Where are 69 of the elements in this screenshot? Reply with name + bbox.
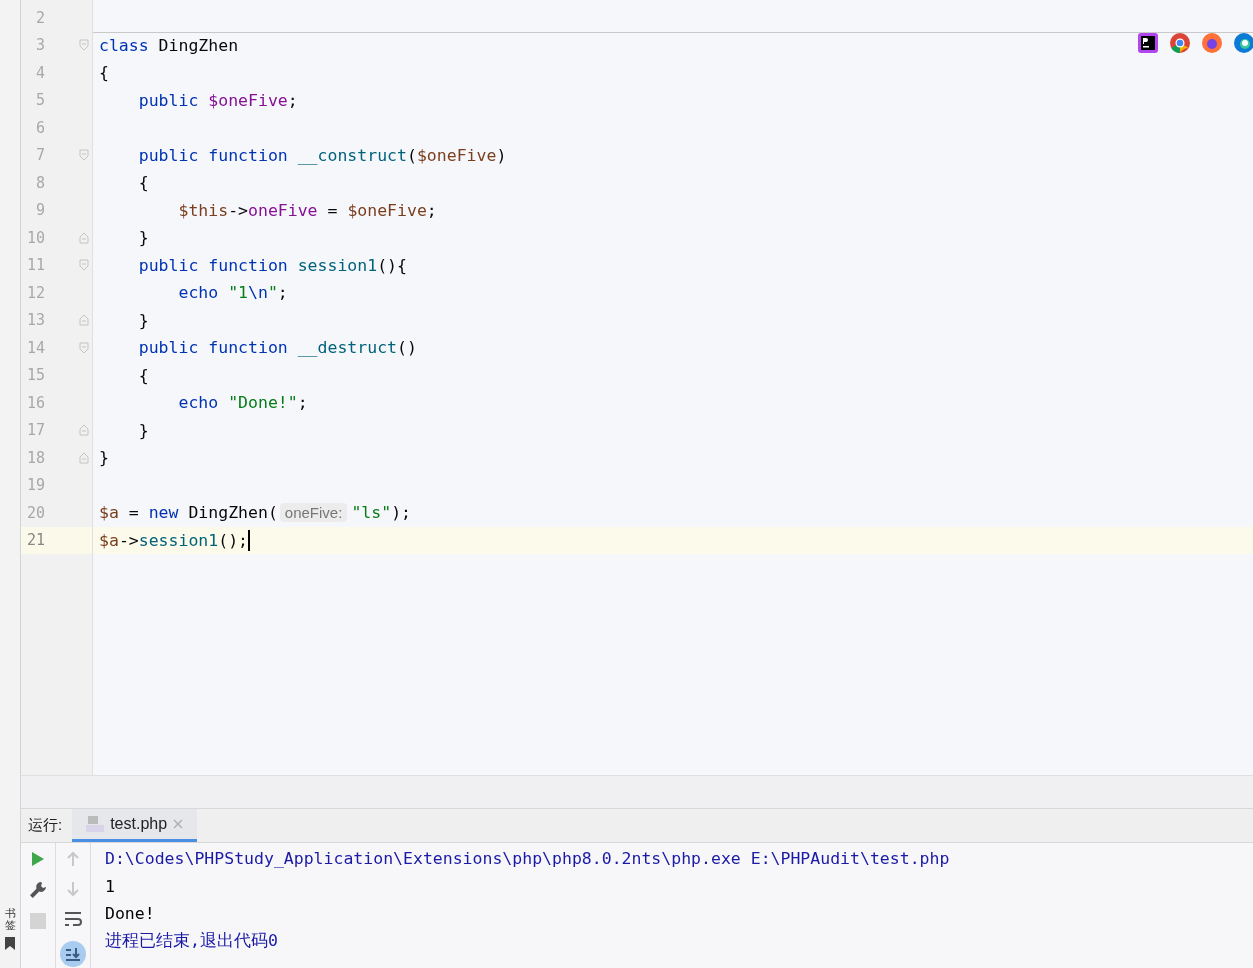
fold-icon[interactable] — [78, 39, 90, 52]
text-cursor — [248, 529, 251, 551]
line-number: 18 — [25, 448, 45, 467]
arrow-up-icon[interactable] — [66, 851, 80, 867]
line-number: 11 — [25, 256, 45, 275]
console-output-line: 1 — [105, 875, 116, 898]
fold-icon[interactable] — [78, 424, 90, 437]
code-text: { — [137, 365, 149, 385]
line-number: 16 — [25, 393, 45, 412]
close-icon[interactable] — [173, 819, 184, 829]
code-text: public function __construct($oneFive) — [137, 145, 507, 165]
code-text: { — [99, 63, 109, 83]
console-output-line: 进程已结束,退出代码0 — [105, 930, 279, 953]
code-text: } — [137, 228, 149, 248]
line-number: 13 — [25, 311, 45, 330]
console-output-line: D:\Codes\PHPStudy_Application\Extensions\php\php8.0.2nts\php.exe E:\PHPAudit\test.php — [105, 848, 950, 871]
scroll-to-end-icon[interactable] — [60, 941, 86, 967]
fold-icon[interactable] — [78, 314, 90, 327]
line-number: 15 — [25, 366, 45, 385]
bookmark-icon[interactable] — [5, 937, 15, 950]
fold-icon[interactable] — [78, 231, 90, 244]
code-text: echo "1\n"; — [177, 283, 288, 303]
line-number: 6 — [34, 118, 45, 137]
line-number: 8 — [34, 173, 45, 192]
line-number: 4 — [34, 63, 45, 82]
soft-wrap-icon[interactable] — [64, 911, 82, 927]
line-number: 3 — [34, 36, 45, 55]
run-label: 运行: — [28, 816, 63, 835]
code-text: } — [137, 310, 149, 330]
bookmarks-label[interactable]: 书签 — [4, 906, 16, 931]
chrome-browser-icon[interactable] — [1169, 32, 1191, 54]
ide-app-icon[interactable] — [1137, 32, 1159, 54]
code-text: echo "Done!"; — [177, 393, 308, 413]
wrench-icon[interactable] — [29, 881, 47, 899]
line-number: 12 — [25, 283, 45, 302]
code-text: public function session1(){ — [137, 255, 407, 275]
edge-browser-icon[interactable] — [1233, 32, 1253, 54]
line-number: 5 — [34, 91, 45, 110]
line-number: 14 — [25, 338, 45, 357]
fold-icon[interactable] — [78, 451, 90, 464]
line-number: 17 — [25, 421, 45, 440]
fold-icon[interactable] — [78, 259, 90, 272]
code-text: public function __destruct() — [137, 338, 417, 358]
php-file-icon — [86, 815, 105, 833]
firefox-browser-icon[interactable] — [1201, 32, 1223, 54]
stop-icon[interactable] — [30, 913, 46, 929]
code-text: } — [99, 448, 109, 468]
code-text: class DingZhen — [99, 36, 239, 56]
parameter-hint: oneFive: — [279, 503, 348, 523]
line-number: 20 — [25, 503, 45, 522]
code-text: $this->oneFive = $oneFive; — [177, 200, 437, 220]
line-number: 21 — [25, 531, 45, 550]
run-tab[interactable]: test.php — [72, 809, 198, 842]
line-number: 2 — [34, 8, 45, 27]
code-text: { — [137, 173, 149, 193]
fold-icon[interactable] — [78, 341, 90, 354]
fold-icon[interactable] — [78, 149, 90, 162]
line-number: 10 — [25, 228, 45, 247]
line-number: 7 — [34, 146, 45, 165]
line-number: 19 — [25, 476, 45, 495]
code-text: public $oneFive; — [137, 90, 298, 110]
arrow-down-icon[interactable] — [66, 881, 80, 897]
code-text: $a = new DingZhen( — [99, 503, 278, 523]
code-text: "ls"); — [351, 503, 411, 523]
console-output-line: Done! — [105, 903, 156, 926]
code-text: } — [137, 420, 149, 440]
code-text: $a->session1(); — [99, 530, 249, 550]
line-number: 9 — [34, 201, 45, 220]
run-icon[interactable] — [31, 851, 45, 867]
